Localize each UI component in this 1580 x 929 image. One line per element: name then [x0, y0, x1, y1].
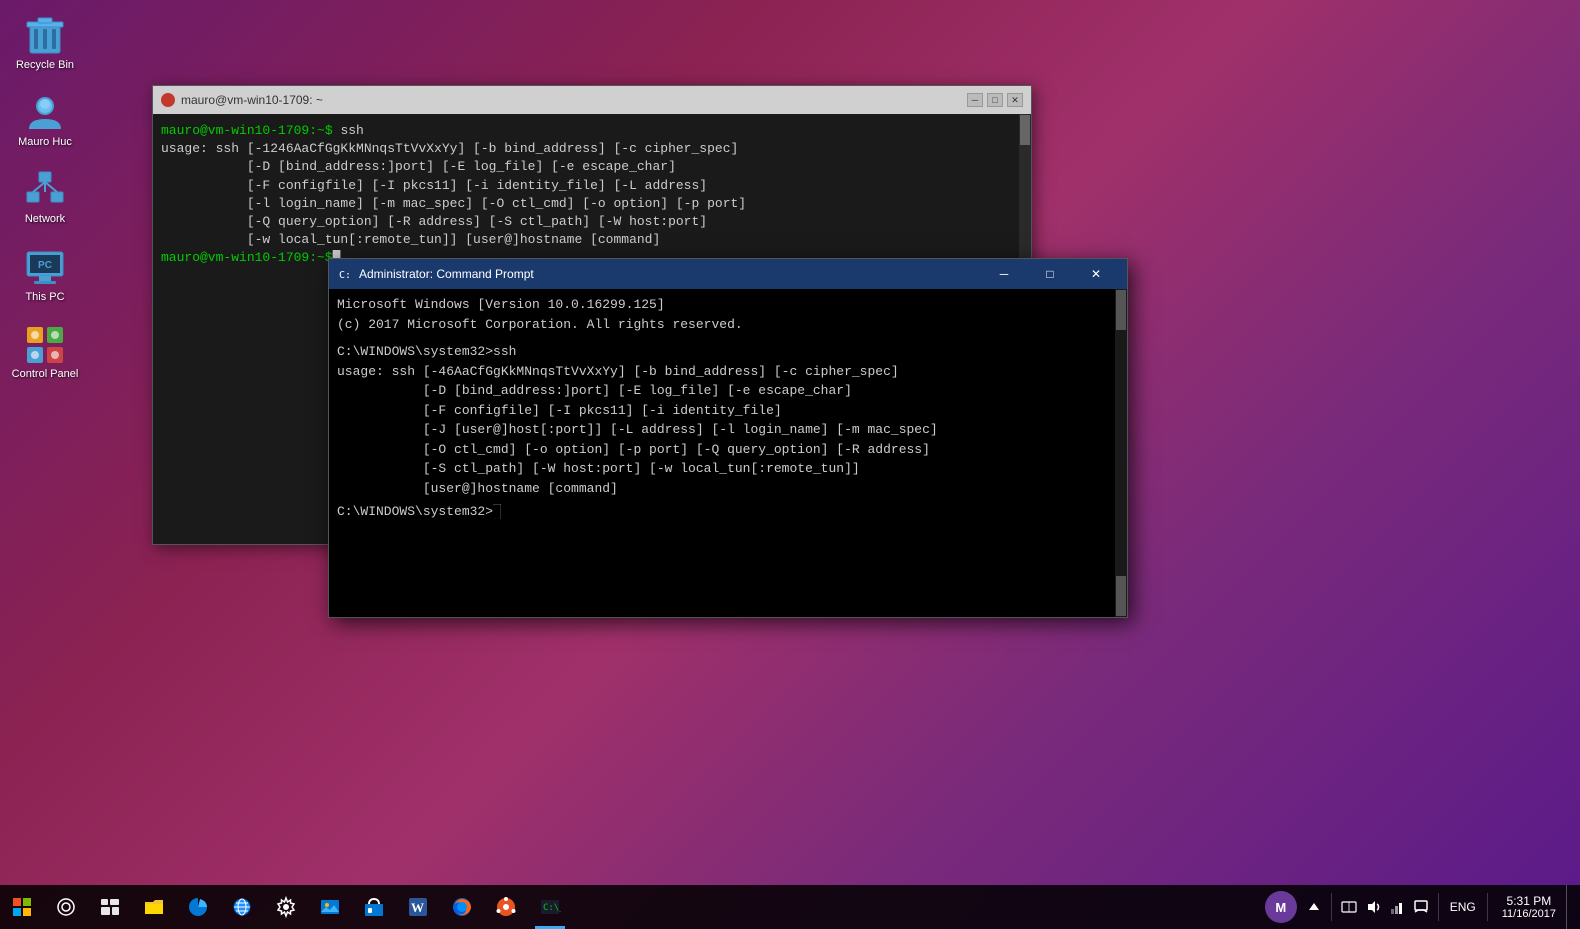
taskbar-apps: W C:\_ [132, 885, 1253, 929]
network-label: Network [25, 213, 65, 226]
task-view-button[interactable] [88, 885, 132, 929]
network-image [25, 169, 65, 209]
linux-maximize-button[interactable]: □ [987, 93, 1003, 107]
linux-close-button[interactable]: ✕ [1007, 93, 1023, 107]
this-pc-label: This PC [25, 291, 64, 304]
taskbar-file-explorer[interactable] [132, 885, 176, 929]
tray-divider3 [1487, 893, 1488, 921]
desktop-icons: Recycle Bin Mauro Huc Network [5, 10, 85, 386]
this-pc-image: PC [25, 247, 65, 287]
cmd-maximize-button[interactable]: □ [1027, 259, 1073, 289]
mauro-huc-label: Mauro Huc [18, 136, 72, 149]
control-panel-label: Control Panel [12, 368, 79, 381]
tray-clock[interactable]: 5:31 PM 11/16/2017 [1494, 885, 1564, 929]
svg-text:C:\_: C:\_ [543, 903, 561, 913]
linux-scrollbar-thumb[interactable] [1020, 115, 1030, 145]
linux-output-line3: [-F configfile] [-I pkcs11] [-i identity… [161, 177, 1023, 195]
cmd-output-line1: usage: ssh [-46AaCfGgKkMNnqsTtVvXxYy] [-… [337, 362, 1119, 382]
cmd-scrollbar-thumb-down[interactable] [1116, 576, 1126, 616]
tray-language-label[interactable]: ENG [1445, 885, 1481, 929]
cmd-minimize-button[interactable]: ─ [981, 259, 1027, 289]
recycle-bin-icon[interactable]: Recycle Bin [5, 10, 85, 77]
svg-text:C:: C: [339, 270, 351, 281]
tray-time: 5:31 PM [1507, 894, 1552, 908]
tray-action-center-icon[interactable] [1410, 885, 1432, 929]
svg-text:PC: PC [38, 260, 52, 271]
linux-output-line2: [-D [bind_address:]port] [-E log_file] [… [161, 158, 1023, 176]
linux-minimize-button[interactable]: ─ [967, 93, 983, 107]
cmd-windows-version: Microsoft Windows [Version 10.0.16299.12… [337, 295, 1119, 315]
taskbar-store[interactable] [352, 885, 396, 929]
tray-date: 11/16/2017 [1502, 908, 1556, 920]
tray-show-hidden-button[interactable] [1303, 885, 1325, 929]
control-panel-image [25, 324, 65, 364]
cortana-button[interactable] [44, 885, 88, 929]
taskbar-settings[interactable] [264, 885, 308, 929]
cmd-close-button[interactable]: ✕ [1073, 259, 1119, 289]
show-desktop-button[interactable] [1566, 885, 1572, 929]
linux-terminal-prompt-line: mauro@vm-win10-1709:~$ ssh [161, 122, 1023, 140]
cmd-scrollbar-thumb-up[interactable] [1116, 290, 1126, 330]
linux-output-line6: [-w local_tun[:remote_tun]] [user@]hostn… [161, 231, 1023, 249]
recycle-bin-label: Recycle Bin [16, 59, 74, 72]
cmd-output-line7: [user@]hostname [command] [337, 479, 1119, 499]
taskbar-word[interactable]: W [396, 885, 440, 929]
linux-output: usage: ssh [-1246AaCfGgKkMNnqsTtVvXxYy] … [161, 140, 1023, 249]
cmd-copyright: (c) 2017 Microsoft Corporation. All righ… [337, 315, 1119, 335]
cmd-prompt1-line: C:\WINDOWS\system32>ssh [337, 342, 1119, 362]
taskbar: W C:\_ [0, 885, 1580, 929]
cmd-terminal-window: C: Administrator: Command Prompt ─ □ ✕ M… [328, 258, 1128, 618]
cmd-win-controls: ─ □ ✕ [981, 259, 1119, 289]
cmd-scrollbar[interactable] [1115, 289, 1127, 617]
tray-divider2 [1438, 893, 1439, 921]
svg-text:W: W [411, 900, 424, 915]
this-pc-icon[interactable]: PC This PC [5, 242, 85, 309]
cmd-output-line6: [-S ctl_path] [-W host:port] [-w local_t… [337, 459, 1119, 479]
linux-terminal-title: mauro@vm-win10-1709: ~ [181, 93, 323, 107]
cmd-output: usage: ssh [-46AaCfGgKkMNnqsTtVvXxYy] [-… [337, 362, 1119, 499]
taskbar-firefox[interactable] [440, 885, 484, 929]
taskbar-ubuntu[interactable] [484, 885, 528, 929]
linux-output-line1: usage: ssh [-1246AaCfGgKkMNnqsTtVvXxYy] … [161, 140, 1023, 158]
cmd-output-line2: [-D [bind_address:]port] [-E log_file] [… [337, 381, 1119, 401]
mauro-huc-image [25, 92, 65, 132]
recycle-bin-image [25, 15, 65, 55]
cmd-prompt2-line: C:\WINDOWS\system32>█ [337, 502, 1119, 522]
linux-terminal-icon [161, 93, 175, 107]
linux-output-line4: [-l login_name] [-m mac_spec] [-O ctl_cm… [161, 195, 1023, 213]
cmd-title: Administrator: Command Prompt [359, 267, 534, 281]
taskbar-photos[interactable] [308, 885, 352, 929]
cmd-body[interactable]: Microsoft Windows [Version 10.0.16299.12… [329, 289, 1127, 617]
tray-user-avatar[interactable]: M [1265, 891, 1297, 923]
cmd-titlebar[interactable]: C: Administrator: Command Prompt ─ □ ✕ [329, 259, 1127, 289]
tray-volume-icon[interactable] [1362, 885, 1384, 929]
linux-terminal-controls: ─ □ ✕ [967, 93, 1023, 107]
linux-prompt1: mauro@vm-win10-1709:~$ [161, 123, 333, 138]
start-button[interactable] [0, 885, 44, 929]
tray-network-icon[interactable] [1386, 885, 1408, 929]
taskbar-ie[interactable] [220, 885, 264, 929]
network-desktop-icon[interactable]: Network [5, 164, 85, 231]
control-panel-icon[interactable]: Control Panel [5, 319, 85, 386]
cmd-output-line3: [-F configfile] [-I pkcs11] [-i identity… [337, 401, 1119, 421]
mauro-huc-icon[interactable]: Mauro Huc [5, 87, 85, 154]
tray-divider [1331, 893, 1332, 921]
tray-input-indicator[interactable] [1338, 885, 1360, 929]
linux-cmd: ssh [333, 123, 364, 138]
cmd-output-line4: [-J [user@]host[:port]] [-L address] [-l… [337, 420, 1119, 440]
cmd-icon: C: [337, 266, 353, 282]
taskbar-edge[interactable] [176, 885, 220, 929]
taskbar-system-tray: M [1253, 885, 1580, 929]
taskbar-cmd[interactable]: C:\_ [528, 885, 572, 929]
linux-terminal-titlebar[interactable]: mauro@vm-win10-1709: ~ ─ □ ✕ [153, 86, 1031, 114]
linux-output-line5: [-Q query_option] [-R address] [-S ctl_p… [161, 213, 1023, 231]
cmd-output-line5: [-O ctl_cmd] [-o option] [-p port] [-Q q… [337, 440, 1119, 460]
linux-prompt2: mauro@vm-win10-1709:~$ [161, 250, 333, 265]
